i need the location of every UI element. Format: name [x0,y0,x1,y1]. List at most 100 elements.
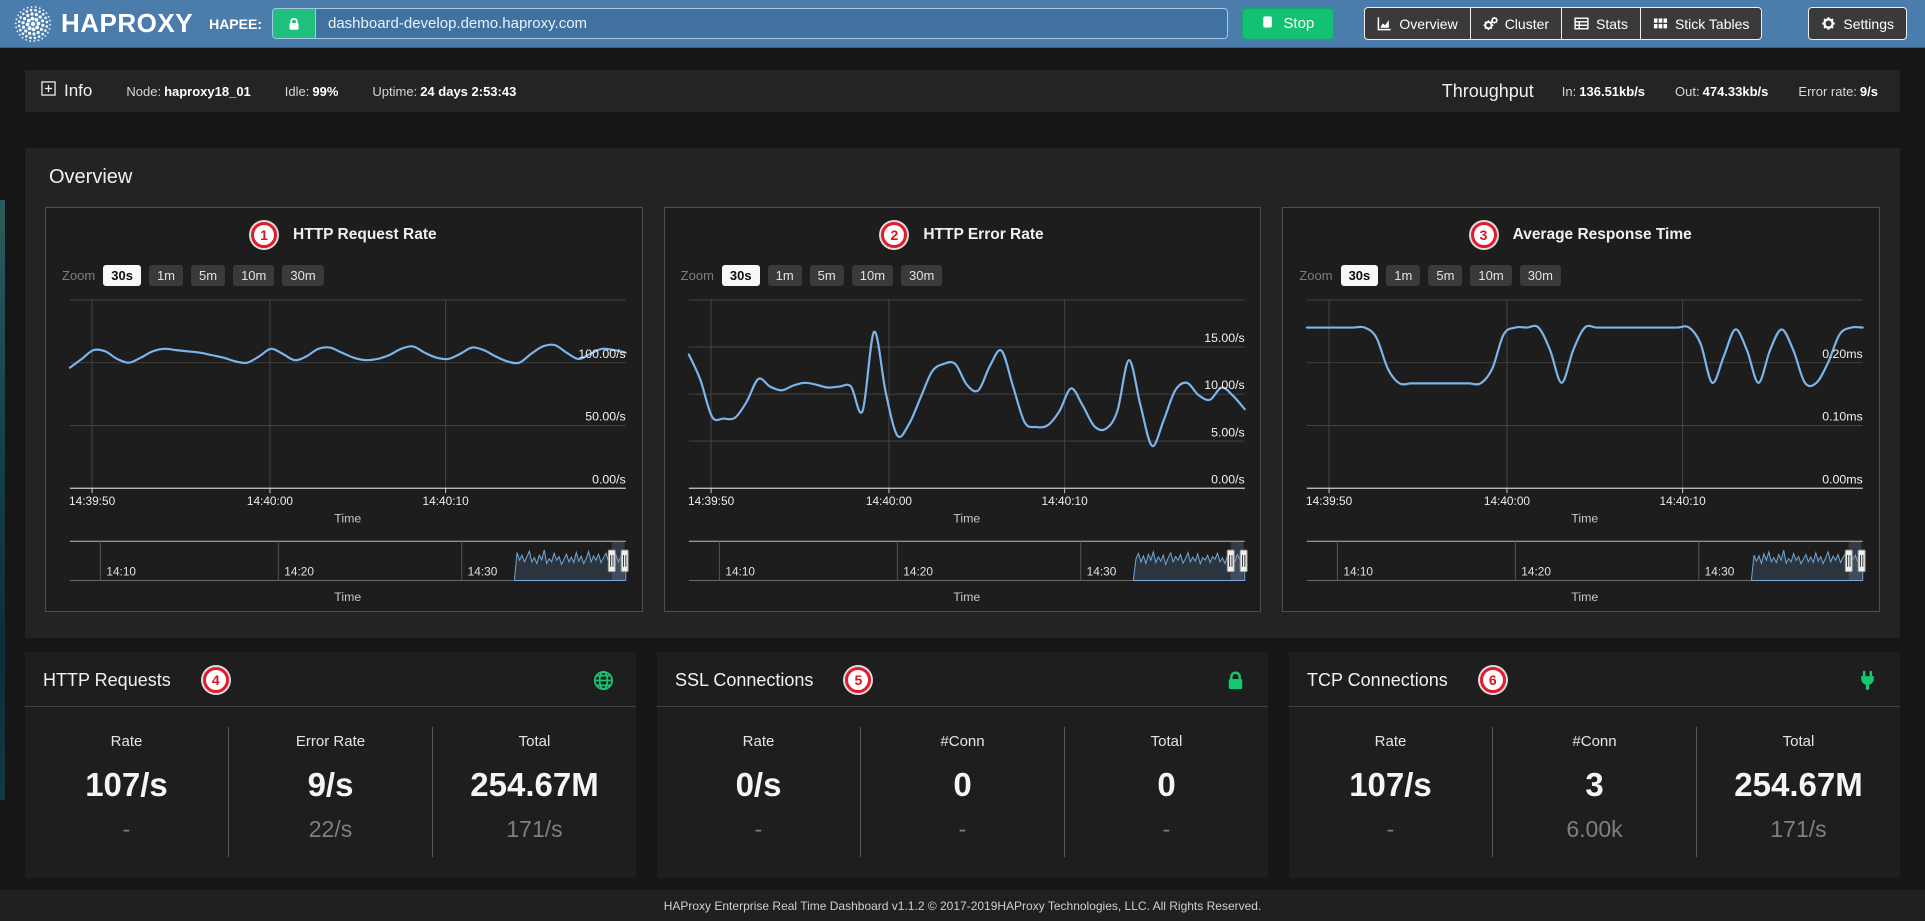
svg-text:14:20: 14:20 [284,565,314,579]
metric-column-total: Total 0 - [1064,727,1268,857]
info-field-value: 136.51kb/s [1579,84,1645,99]
svg-text:14:40:00: 14:40:00 [866,494,913,508]
overview-section: Overview 1 HTTP Request Rate Zoom 30s1m5… [25,148,1900,638]
settings-button[interactable]: Settings [1808,7,1907,40]
svg-text:14:40:10: 14:40:10 [1041,494,1088,508]
zoom-button-5m[interactable]: 5m [1428,265,1462,286]
svg-text:5.00/s: 5.00/s [1211,425,1245,439]
globe-icon [593,670,614,691]
svg-text:14:39:50: 14:39:50 [1306,494,1353,508]
svg-text:14:39:50: 14:39:50 [688,494,735,508]
metric-column--conn: #Conn 0 - [860,727,1064,857]
svg-text:Time: Time [953,512,980,526]
chart-canvas[interactable]: 14:39:5014:40:0014:40:1015.00/s10.00/s5.… [675,294,1251,606]
zoom-button-1m[interactable]: 1m [768,265,802,286]
background-texture-strip [0,200,5,800]
info-field-value: 99% [312,84,338,99]
svg-text:14:10: 14:10 [106,565,136,579]
zoom-button-30s[interactable]: 30s [103,265,141,286]
svg-text:14:30: 14:30 [468,565,498,579]
zoom-button-10m[interactable]: 10m [852,265,893,286]
chart-canvas[interactable]: 14:39:5014:40:0014:40:100.20ms0.10ms0.00… [1293,294,1869,606]
svg-text:14:20: 14:20 [903,565,933,579]
metric-value: 254.67M [433,766,636,804]
nav-button-cluster[interactable]: Cluster [1470,7,1562,40]
svg-text:0.00/s: 0.00/s [1211,472,1245,486]
info-toggle[interactable]: Info [41,81,92,101]
zoom-button-1m[interactable]: 1m [1386,265,1420,286]
metric-secondary-value: 6.00k [1493,816,1696,843]
chart-header: 3 Average Response Time [1293,220,1869,250]
info-field-label: Idle: [285,84,310,99]
chart-canvas[interactable]: 14:39:5014:40:0014:40:10100.00/s50.00/s0… [56,294,632,606]
url-input[interactable] [316,9,1227,38]
step-badge: 1 [251,222,277,248]
zoom-button-30m[interactable]: 30m [1520,265,1561,286]
chart-title: HTTP Request Rate [293,226,437,244]
svg-text:0.00ms: 0.00ms [1823,472,1863,486]
chart-panel-average-response-time: 3 Average Response Time Zoom 30s 1m 5m 10m 3… [1282,207,1880,612]
card-title: SSL Connections [675,670,813,691]
lock-icon [273,9,316,38]
nav-button-label: Overview [1399,16,1457,32]
zoom-button-30m[interactable]: 30m [282,265,323,286]
plus-square-icon [41,81,56,101]
nav-button-stick-tables[interactable]: Stick Tables [1640,7,1762,40]
zoom-button-30s[interactable]: 30s [722,265,760,286]
zoom-button-1m[interactable]: 1m [149,265,183,286]
svg-text:50.00/s: 50.00/s [585,410,626,424]
stop-button-label: Stop [1283,15,1314,32]
metric-column-rate: Rate 107/s - [1289,727,1492,857]
svg-text:14:30: 14:30 [1705,565,1735,579]
info-bar: Info Node:haproxy18_01Idle:99%Uptime:24 … [25,70,1900,112]
svg-text:14:20: 14:20 [1522,565,1552,579]
nav-button-overview[interactable]: Overview [1364,7,1470,40]
chart-title: HTTP Error Rate [923,226,1043,244]
zoom-label: Zoom [62,268,95,283]
top-navbar: HAPROXY HAPEE: Stop OverviewClusterStats… [0,0,1925,48]
metric-label: Error Rate [229,733,432,750]
node-info-fields: Node:haproxy18_01Idle:99%Uptime:24 days … [126,84,516,99]
charts-row: 1 HTTP Request Rate Zoom 30s 1m 5m 10m 30m 1… [45,207,1880,612]
step-badge: 4 [203,667,229,693]
url-input-group [272,8,1228,39]
metric-label: Total [1065,733,1268,750]
zoom-button-10m[interactable]: 10m [233,265,274,286]
card-body: Rate 0/s - #Conn 0 - Total 0 - [657,707,1268,857]
metric-label: #Conn [1493,733,1696,750]
throughput-group: Throughput In:136.51kb/sOut:474.33kb/sEr… [1442,81,1884,102]
zoom-label: Zoom [1299,268,1332,283]
nav-button-stats[interactable]: Stats [1561,7,1641,40]
svg-text:14:40:00: 14:40:00 [1484,494,1531,508]
info-field-value: 474.33kb/s [1703,84,1769,99]
card-title: HTTP Requests [43,670,171,691]
brand: HAPROXY [14,5,193,43]
svg-text:14:40:10: 14:40:10 [1660,494,1707,508]
metric-value: 3 [1493,766,1696,804]
card-body: Rate 107/s - #Conn 3 6.00k Total 254.67M… [1289,707,1900,857]
metric-value: 0 [1065,766,1268,804]
step-badge: 6 [1480,667,1506,693]
area-chart-icon [1377,16,1392,31]
chart-header: 2 HTTP Error Rate [675,220,1251,250]
stop-button[interactable]: Stop [1242,8,1334,40]
card-body: Rate 107/s - Error Rate 9/s 22/s Total 2… [25,707,636,857]
metric-label: Rate [1289,733,1492,750]
info-field-label: Uptime: [372,84,417,99]
metric-secondary-value: - [861,816,1064,843]
metric-value: 9/s [229,766,432,804]
zoom-button-30m[interactable]: 30m [901,265,942,286]
step-badge: 5 [845,667,871,693]
zoom-button-5m[interactable]: 5m [191,265,225,286]
zoom-button-10m[interactable]: 10m [1470,265,1511,286]
nav-button-label: Cluster [1505,16,1549,32]
metric-column-error-rate: Error Rate 9/s 22/s [228,727,432,857]
grid-table-icon [1653,16,1668,31]
info-field-label: In: [1562,84,1576,99]
zoom-button-30s[interactable]: 30s [1341,265,1379,286]
metric-secondary-value: - [1065,816,1268,843]
info-field-label: Node: [126,84,161,99]
zoom-button-5m[interactable]: 5m [810,265,844,286]
svg-text:100.00/s: 100.00/s [578,347,625,361]
lock-icon [1225,670,1246,691]
